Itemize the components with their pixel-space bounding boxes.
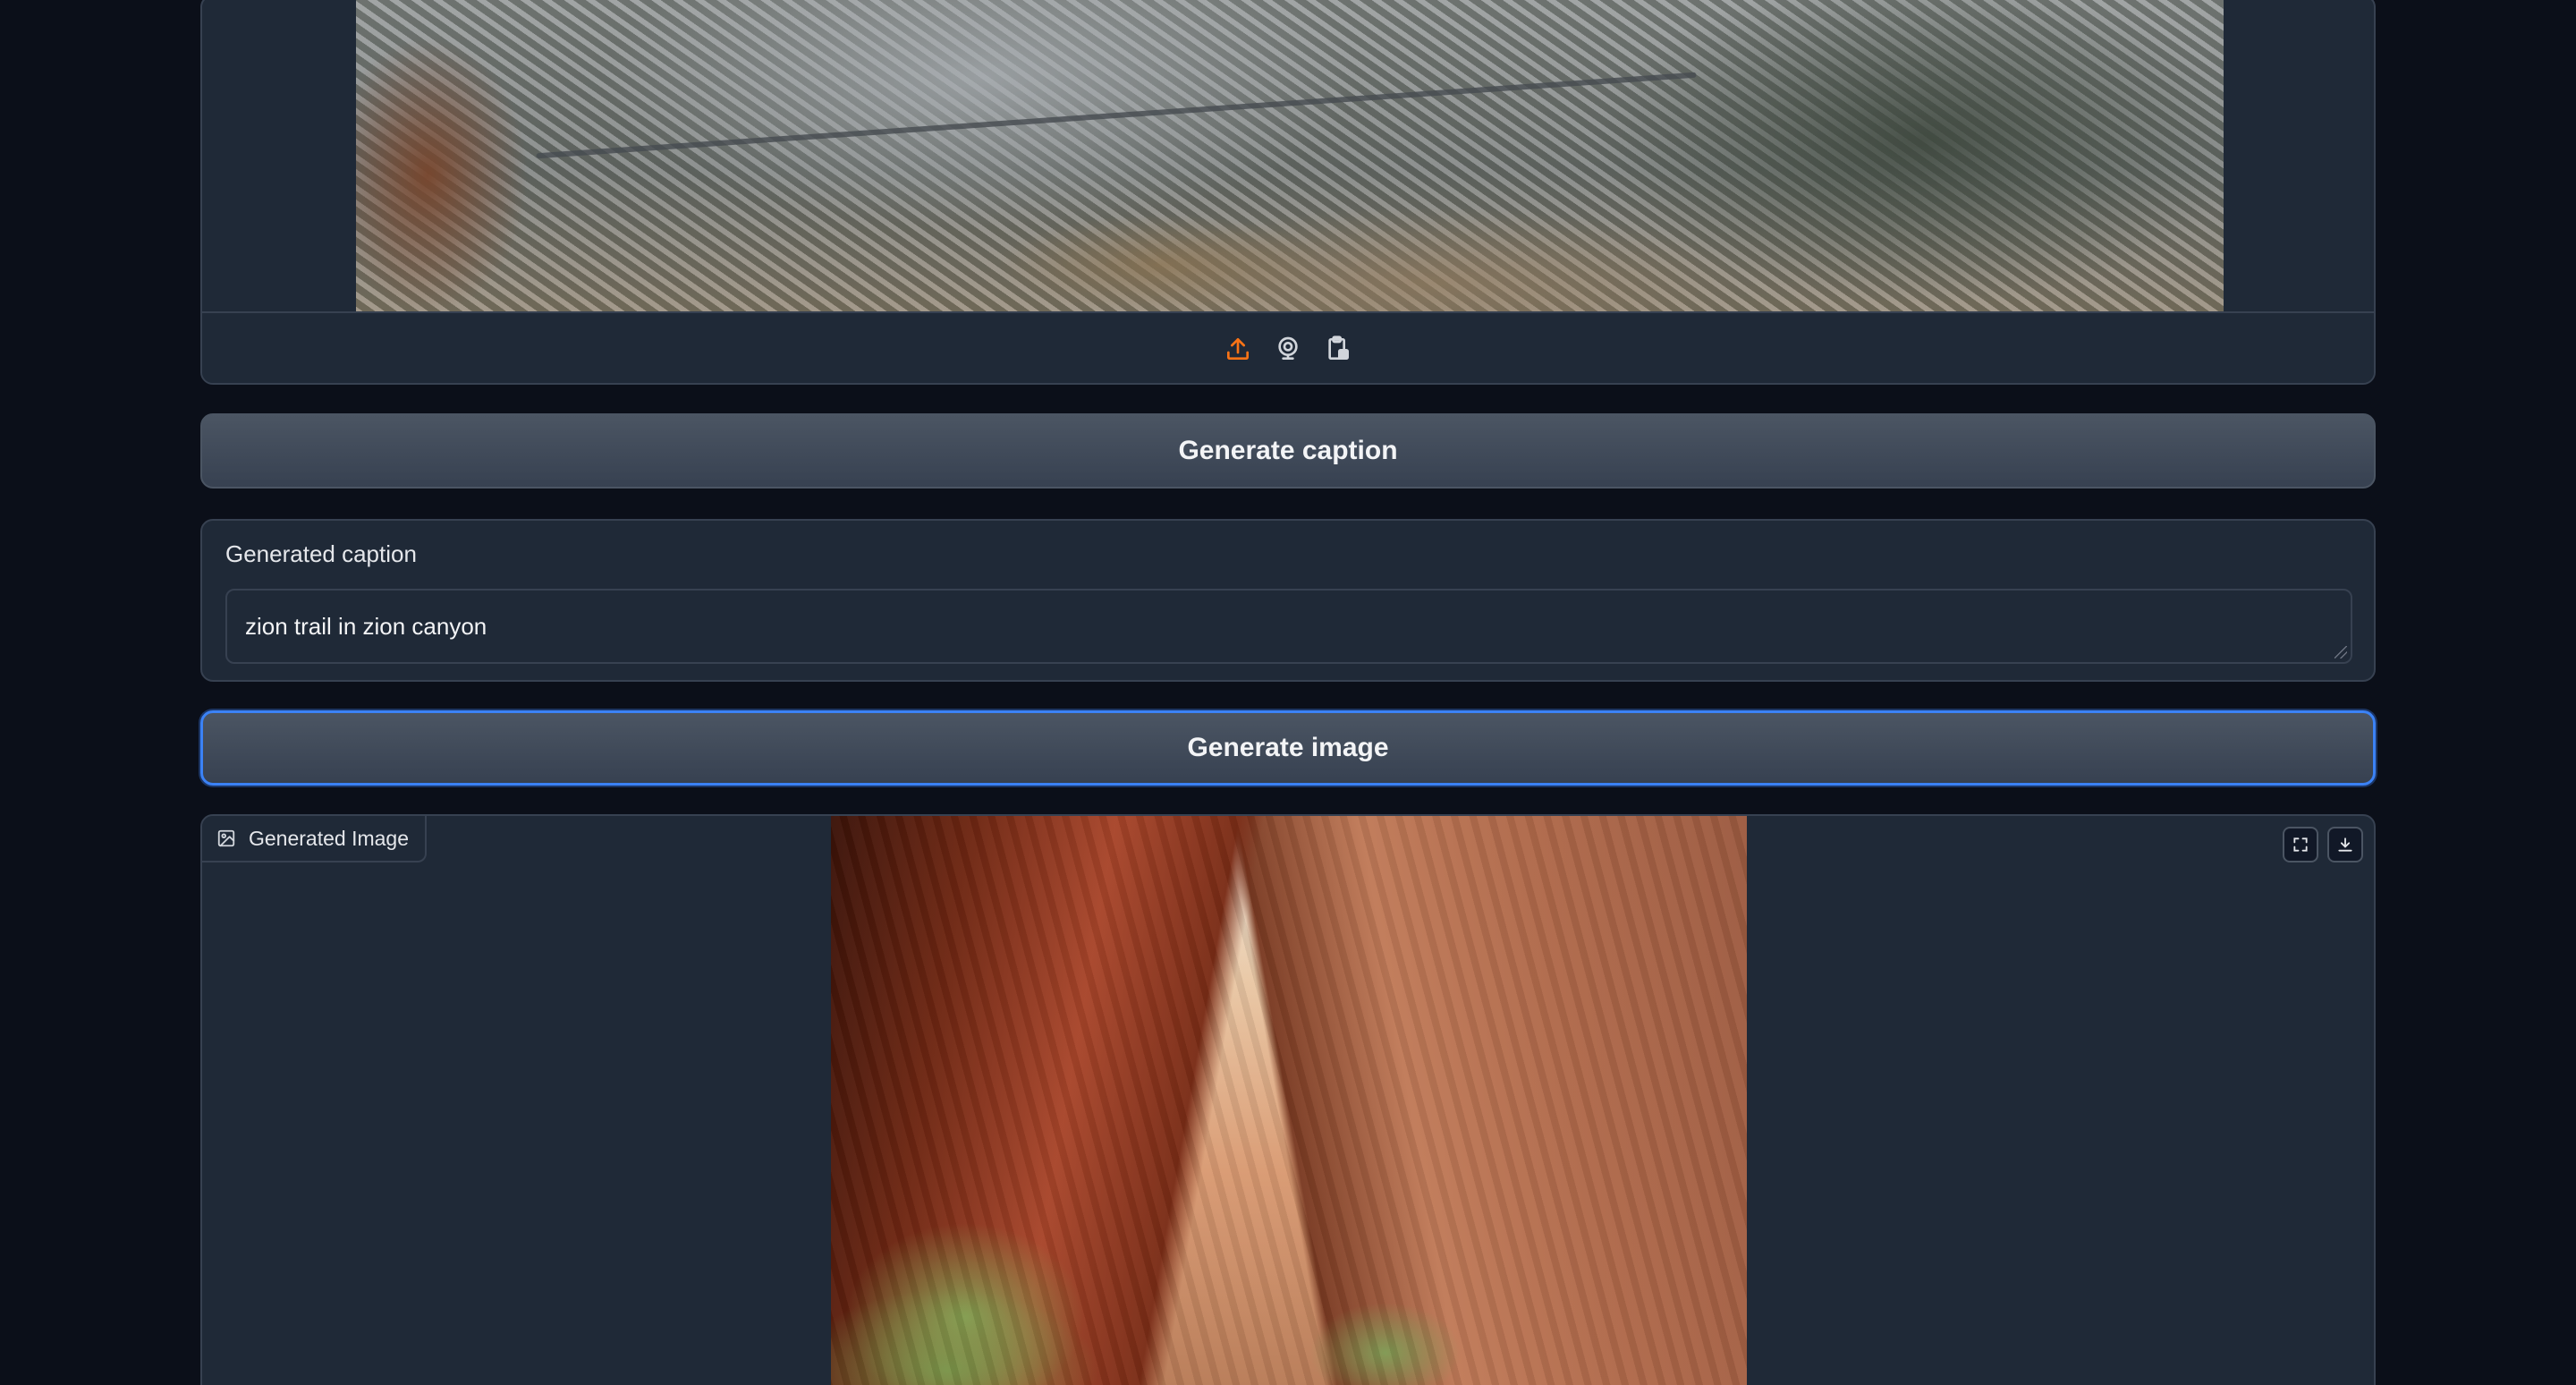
generate-caption-button[interactable]: Generate caption	[200, 413, 2376, 489]
generate-image-button[interactable]: Generate image	[200, 710, 2376, 786]
canyon-rock-texture	[831, 816, 1747, 1385]
input-image-panel	[200, 0, 2376, 385]
image-icon	[217, 829, 235, 847]
generated-image-panel: Generated Image	[200, 814, 2376, 1385]
resize-handle-icon[interactable]	[2334, 646, 2347, 659]
generated-image[interactable]	[831, 816, 1747, 1385]
input-source-toolbar	[202, 311, 2374, 383]
input-image[interactable]	[356, 0, 2224, 313]
image-road-detail	[536, 72, 1697, 159]
generated-caption-label: Generated caption	[225, 540, 417, 567]
download-button[interactable]	[2327, 827, 2363, 862]
generated-image-label-text: Generated Image	[249, 826, 410, 850]
fullscreen-button[interactable]	[2283, 827, 2318, 862]
page: Generate caption Generated caption zion …	[0, 0, 2576, 1385]
clipboard-icon[interactable]	[1323, 334, 1353, 364]
webcam-icon[interactable]	[1273, 334, 1303, 364]
generated-caption-value: zion trail in zion canyon	[245, 612, 487, 640]
generated-image-label: Generated Image	[202, 816, 428, 862]
generated-caption-block: Generated caption zion trail in zion can…	[200, 519, 2376, 682]
generated-caption-textarea[interactable]: zion trail in zion canyon	[225, 589, 2352, 664]
fullscreen-icon	[2293, 837, 2308, 852]
download-icon	[2338, 837, 2352, 852]
image-actions	[2283, 827, 2363, 862]
upload-icon[interactable]	[1223, 334, 1253, 364]
